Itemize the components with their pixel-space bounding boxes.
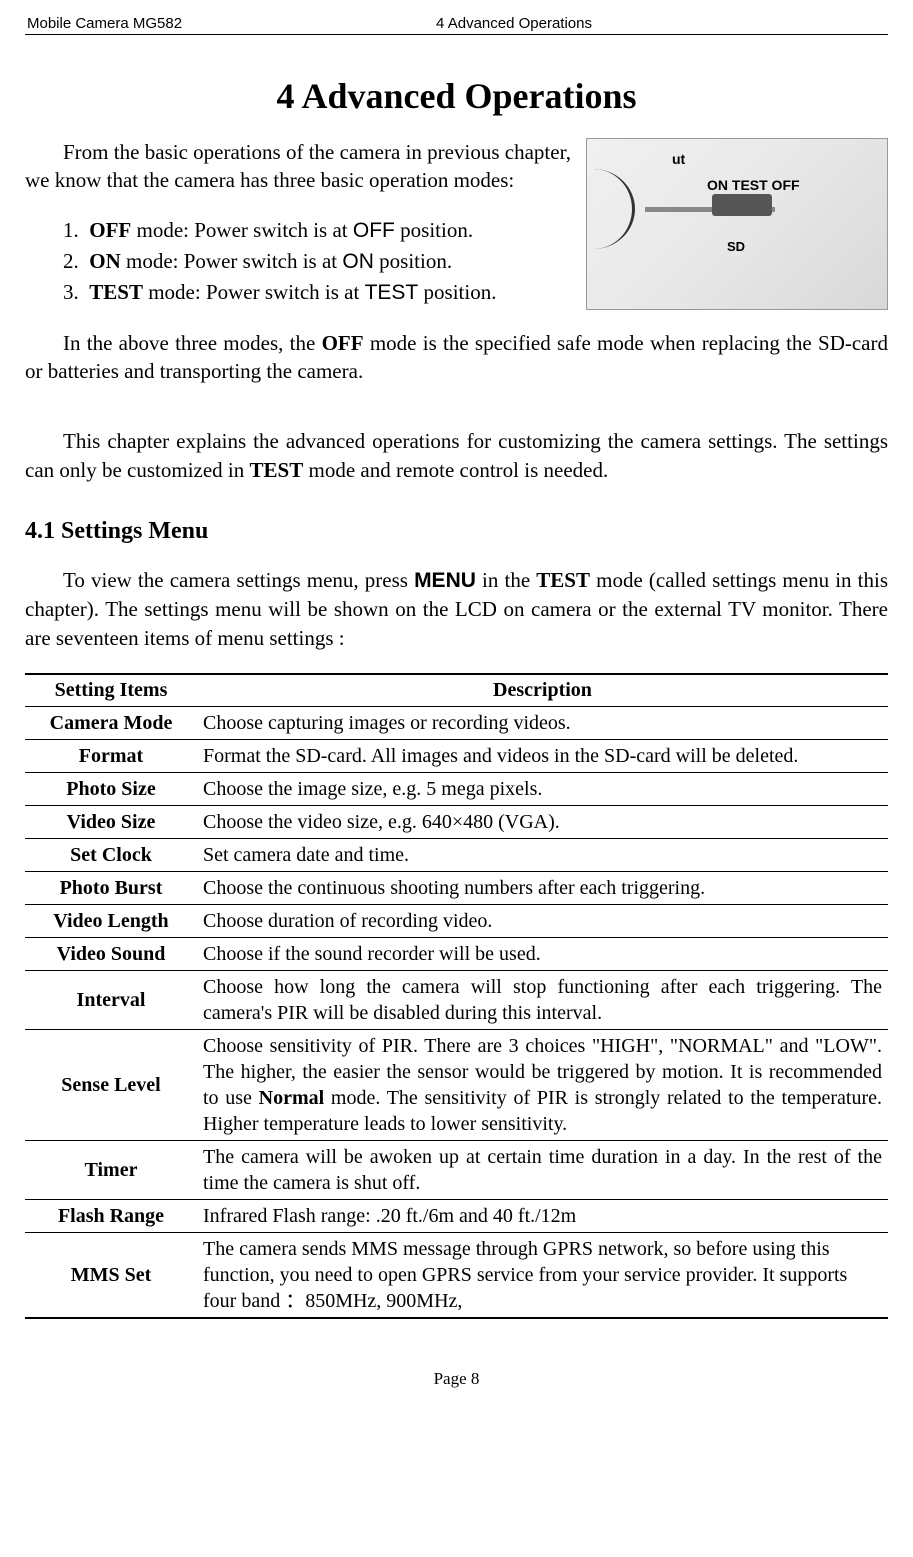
- table-row: Sense LevelChoose sensitivity of PIR. Th…: [25, 1030, 888, 1141]
- table-row: Video SizeChoose the video size, e.g. 64…: [25, 806, 888, 839]
- table-header-row: Setting Items Description: [25, 674, 888, 707]
- switch-diagram: ut ON TEST OFF SD: [586, 138, 888, 310]
- header-divider: [25, 34, 888, 35]
- settings-table: Setting Items Description Camera ModeCho…: [25, 673, 888, 1319]
- header-product: Mobile Camera MG582: [27, 15, 182, 32]
- table-row: Flash RangeInfrared Flash range: .20 ft.…: [25, 1200, 888, 1233]
- table-header-items: Setting Items: [25, 674, 197, 707]
- table-row: IntervalChoose how long the camera will …: [25, 971, 888, 1030]
- table-row: TimerThe camera will be awoken up at cer…: [25, 1141, 888, 1200]
- page-header: Mobile Camera MG582 4 Advanced Operation…: [25, 15, 888, 32]
- header-chapter: 4 Advanced Operations: [262, 15, 766, 32]
- off-mode-paragraph: In the above three modes, the OFF mode i…: [25, 329, 888, 386]
- table-row: Video SoundChoose if the sound recorder …: [25, 938, 888, 971]
- table-header-desc: Description: [197, 674, 888, 707]
- table-row: Camera ModeChoose capturing images or re…: [25, 707, 888, 740]
- table-row: Video LengthChoose duration of recording…: [25, 905, 888, 938]
- diagram-label-ontestoff: ON TEST OFF: [707, 177, 800, 193]
- diagram-slider: [712, 194, 772, 216]
- diagram-label-sd: SD: [727, 239, 745, 254]
- table-row: Photo SizeChoose the image size, e.g. 5 …: [25, 773, 888, 806]
- table-row: FormatFormat the SD-card. All images and…: [25, 740, 888, 773]
- diagram-label-nut: ut: [672, 151, 685, 167]
- chapter-explain-paragraph: This chapter explains the advanced opera…: [25, 427, 888, 484]
- section-title: 4.1 Settings Menu: [25, 518, 888, 545]
- table-row: Set ClockSet camera date and time.: [25, 839, 888, 872]
- diagram-arc: [586, 169, 635, 249]
- chapter-title: 4 Advanced Operations: [25, 75, 888, 117]
- page-footer: Page 8: [25, 1369, 888, 1389]
- table-row: MMS SetThe camera sends MMS message thro…: [25, 1233, 888, 1319]
- table-row: Photo BurstChoose the continuous shootin…: [25, 872, 888, 905]
- section-body: To view the camera settings menu, press …: [25, 566, 888, 652]
